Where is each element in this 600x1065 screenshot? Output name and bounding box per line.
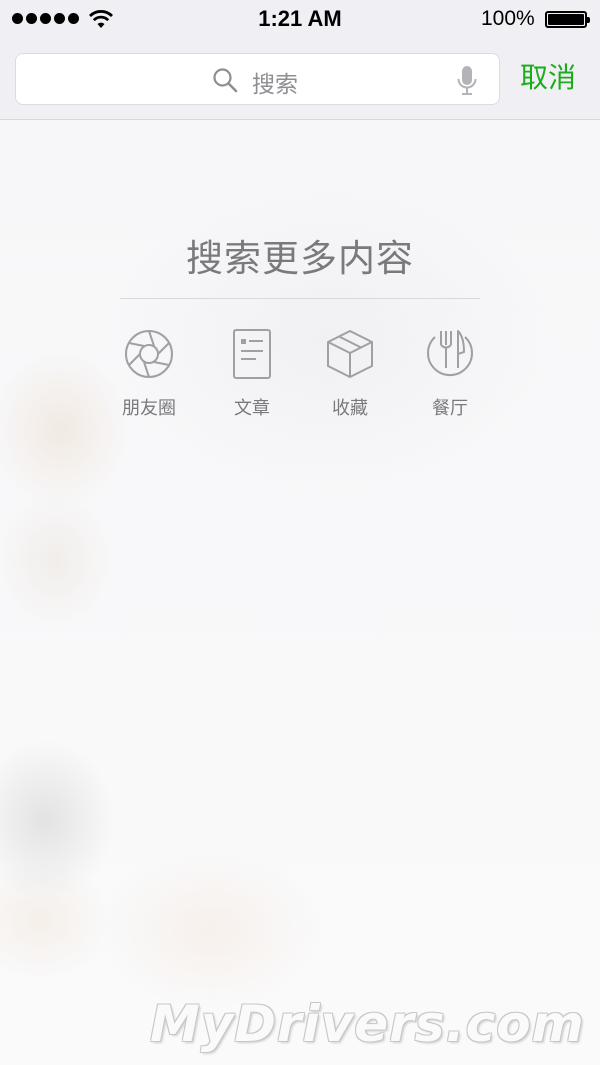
divider — [120, 298, 480, 299]
search-placeholder: 搜索 — [252, 72, 298, 98]
microphone-icon[interactable] — [456, 65, 478, 97]
document-icon — [233, 329, 271, 379]
fork-knife-icon — [427, 330, 473, 377]
category-label: 收藏 — [332, 398, 368, 419]
category-label: 餐厅 — [432, 398, 468, 419]
status-bar: 1:21 AM 100% — [0, 0, 600, 40]
category-label: 文章 — [234, 398, 270, 419]
search-input[interactable]: 搜索 — [15, 53, 500, 105]
cube-icon — [327, 330, 373, 378]
battery-icon — [545, 11, 590, 28]
aperture-icon — [125, 330, 173, 378]
cancel-button[interactable]: 取消 — [520, 56, 576, 96]
search-header: 搜索 取消 — [0, 40, 600, 120]
search-icon — [213, 68, 238, 93]
category-restaurants[interactable]: 餐厅 — [400, 328, 500, 420]
category-label: 朋友圈 — [122, 398, 176, 419]
category-articles[interactable]: 文章 — [202, 328, 302, 420]
category-favorites[interactable]: 收藏 — [300, 328, 400, 420]
page-title: 搜索更多内容 — [186, 237, 414, 280]
category-moments[interactable]: 朋友圈 — [99, 328, 199, 420]
battery-percentage: 100% — [481, 7, 535, 30]
watermark: MyDrivers.com — [150, 995, 585, 1053]
